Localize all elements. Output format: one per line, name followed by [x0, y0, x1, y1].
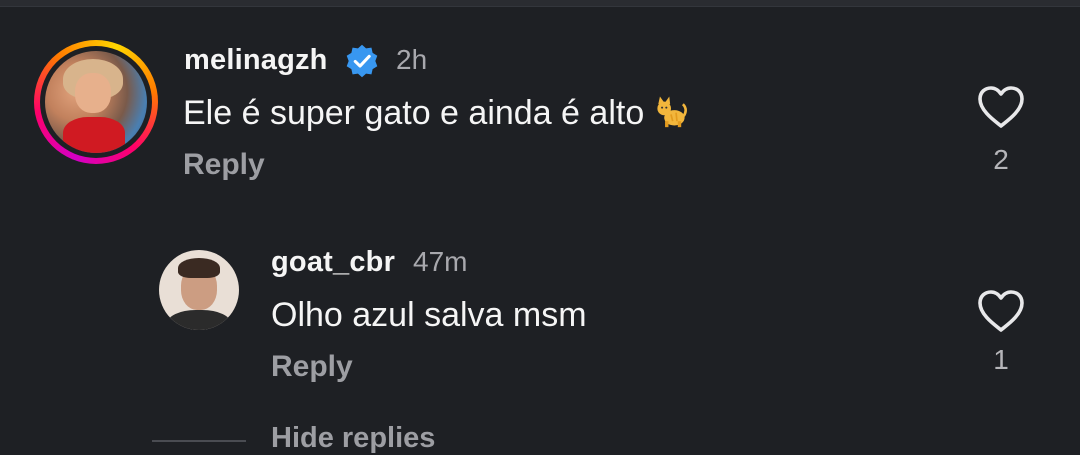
- comment-time: 47m: [413, 246, 468, 277]
- heart-outline-icon[interactable]: [976, 84, 1026, 130]
- reply-button[interactable]: Reply: [271, 350, 353, 384]
- comment-text: Ele é super gato e ainda é alto: [183, 94, 688, 133]
- top-divider: [0, 0, 1080, 7]
- like-count: 2: [993, 144, 1009, 175]
- reply-button[interactable]: Reply: [183, 148, 265, 182]
- like-count: 1: [993, 344, 1009, 375]
- hide-replies-button[interactable]: Hide replies: [271, 422, 435, 455]
- comment-text: Olho azul salva msm: [271, 296, 587, 334]
- avatar[interactable]: [159, 250, 239, 330]
- comment-username[interactable]: goat_cbr: [271, 246, 395, 279]
- cat-emoji-icon: [657, 96, 688, 128]
- heart-outline-icon[interactable]: [976, 288, 1026, 334]
- avatar-photo: [45, 51, 147, 153]
- comment-item: goat_cbr 47m Olho azul salva msm Reply 1: [0, 246, 1080, 396]
- verified-badge-icon: [346, 44, 378, 78]
- comment-item: melinagzh 2h Ele é super gato e ainda é …: [0, 38, 1080, 198]
- comment-time: 2h: [396, 44, 428, 75]
- avatar[interactable]: [34, 40, 158, 164]
- comment-username[interactable]: melinagzh: [184, 44, 328, 77]
- hide-replies-divider: [152, 440, 246, 442]
